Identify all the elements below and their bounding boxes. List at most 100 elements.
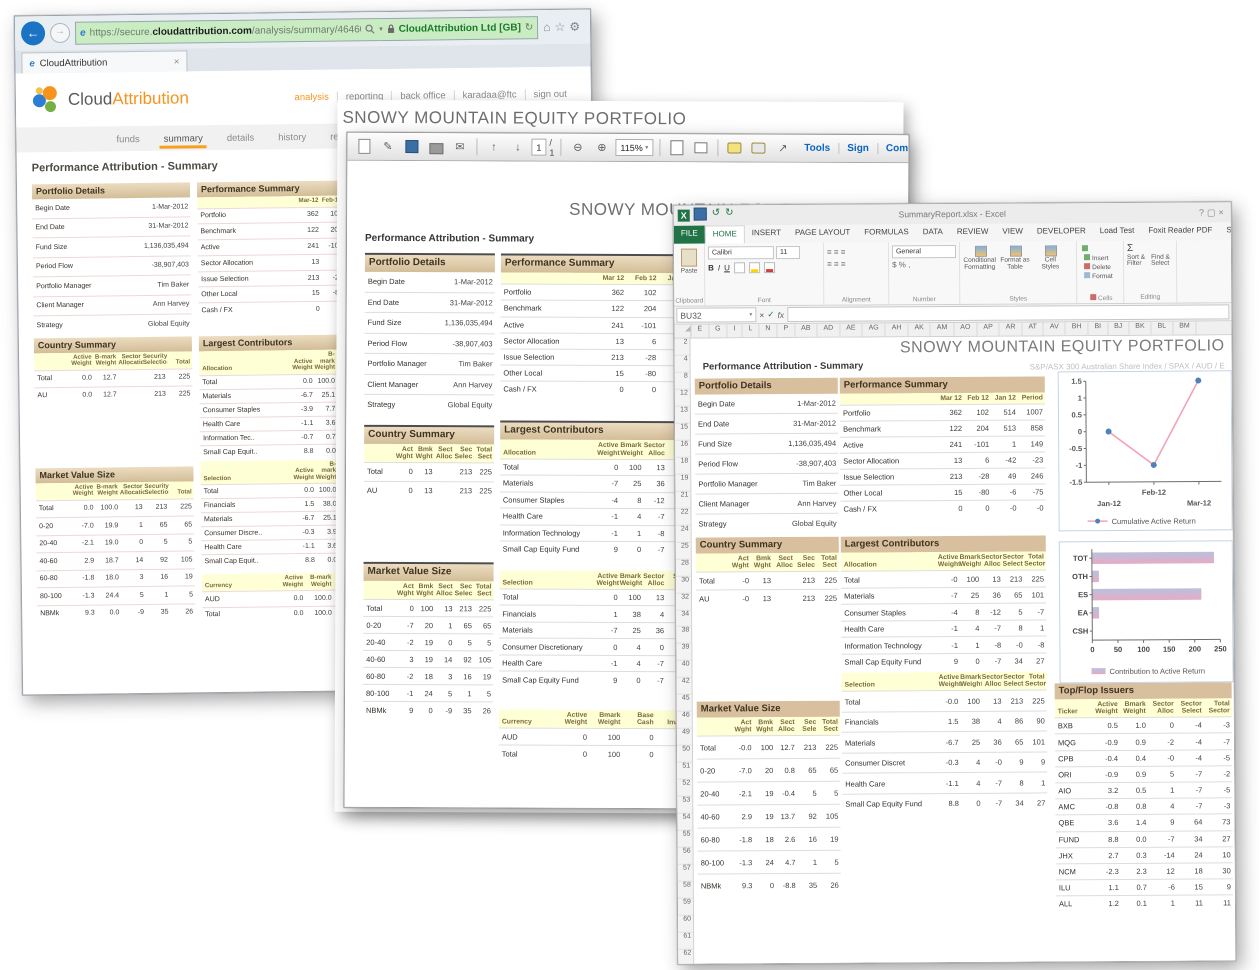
enter-icon[interactable]: ✓ xyxy=(767,309,774,320)
align-top-icons[interactable]: ≡ ≡ ≡ xyxy=(827,247,885,257)
row-header[interactable]: 39 xyxy=(676,644,691,661)
number-format-select[interactable]: General xyxy=(892,245,956,258)
column-header[interactable]: AP xyxy=(977,323,999,336)
ribbon-tab[interactable]: DATA xyxy=(916,224,950,242)
editing-button[interactable]: Sort & Filter xyxy=(1127,254,1145,268)
row-header[interactable]: 50 xyxy=(677,746,692,763)
contribution-to-active-return-chart[interactable]: TOTOTHESEACSH050100150200250Contribution… xyxy=(1059,540,1234,683)
row-header[interactable]: 61 xyxy=(678,933,693,950)
column-header[interactable]: AE xyxy=(840,324,862,337)
cells-button[interactable]: Format xyxy=(1082,271,1120,280)
row-header[interactable]: 52 xyxy=(677,780,692,797)
italic-button[interactable]: I xyxy=(718,263,720,272)
style-button[interactable]: Format as Table xyxy=(998,245,1031,271)
row-header[interactable]: 40 xyxy=(676,661,691,678)
ribbon-tab[interactable]: DEVELOPER xyxy=(1030,223,1093,241)
scrolling-view-button[interactable] xyxy=(690,137,711,158)
column-header[interactable]: BM xyxy=(1173,322,1197,335)
column-header[interactable]: AD xyxy=(817,324,840,337)
save-button[interactable] xyxy=(694,208,707,224)
ribbon-tab[interactable]: FILE xyxy=(674,226,705,244)
column-header[interactable]: AK xyxy=(908,323,930,336)
paste-button[interactable]: Paste xyxy=(677,268,701,275)
back-button[interactable]: ← xyxy=(21,21,45,45)
top-nav-link[interactable]: karadaa@ftc xyxy=(454,89,525,101)
top-nav-link[interactable]: sign out xyxy=(525,88,575,100)
undo-button[interactable]: ↺ xyxy=(712,207,720,223)
single-page-view-button[interactable] xyxy=(666,137,687,158)
row-header[interactable]: 32 xyxy=(676,593,691,610)
row-header[interactable]: 12 xyxy=(675,390,690,407)
row-header[interactable]: 58 xyxy=(678,882,693,899)
ribbon-tab[interactable]: HOME xyxy=(705,225,745,243)
previous-page-button[interactable]: ↑ xyxy=(483,136,504,157)
column-header[interactable]: G xyxy=(709,324,728,337)
refresh-icon[interactable]: ↻ xyxy=(525,22,534,33)
row-header[interactable]: 16 xyxy=(675,440,690,457)
column-header[interactable]: AG xyxy=(863,323,886,336)
formula-input[interactable] xyxy=(787,304,1229,322)
font-color-button[interactable] xyxy=(764,262,775,273)
cells-button[interactable]: Delete xyxy=(1082,262,1120,271)
row-header[interactable]: 42 xyxy=(677,678,692,695)
ribbon-tab[interactable]: INSERT xyxy=(745,225,788,243)
print-button[interactable] xyxy=(425,136,446,157)
next-page-button[interactable]: ↓ xyxy=(507,136,528,157)
row-header[interactable]: 57 xyxy=(678,865,693,882)
ribbon-tab[interactable]: VIEW xyxy=(995,224,1030,242)
row-header[interactable]: 60 xyxy=(678,916,693,933)
font-size-select[interactable]: 11 xyxy=(776,246,800,259)
font-name-select[interactable]: Calibri xyxy=(708,246,774,259)
insert-function-icon[interactable]: fx xyxy=(777,310,784,320)
paste-icon[interactable] xyxy=(681,249,697,267)
search-icon[interactable] xyxy=(365,24,375,34)
maximize-icon[interactable]: ▢ xyxy=(1207,207,1219,217)
row-header[interactable]: 30 xyxy=(676,576,691,593)
style-button[interactable]: Conditional Formatting xyxy=(963,245,996,271)
row-header[interactable]: 49 xyxy=(677,729,692,746)
sub-nav-tab[interactable]: summary xyxy=(152,128,215,149)
panel-link[interactable]: Comment xyxy=(877,143,910,154)
column-header[interactable]: AV xyxy=(1044,322,1066,335)
column-header[interactable]: BL xyxy=(1152,322,1174,335)
row-header[interactable]: 8 xyxy=(675,373,690,390)
align-bottom-icons[interactable]: ≡ ≡ ≡ xyxy=(827,259,885,269)
panel-link[interactable]: Tools xyxy=(796,143,838,154)
zoom-out-button[interactable]: ⊖ xyxy=(567,137,588,158)
column-header[interactable]: BH xyxy=(1066,322,1089,335)
number-buttons[interactable]: $ % , xyxy=(892,260,956,270)
row-header[interactable]: 15 xyxy=(675,423,690,440)
column-header[interactable]: I xyxy=(728,324,743,337)
column-header[interactable]: AT xyxy=(1022,322,1044,335)
ribbon-tab[interactable]: FORMULAS xyxy=(857,224,916,242)
save-button[interactable] xyxy=(401,136,422,157)
panel-link[interactable]: Sign xyxy=(838,143,877,154)
top-nav-link[interactable]: analysis xyxy=(286,91,336,103)
borders-button[interactable] xyxy=(734,262,745,273)
zoom-level-select[interactable]: 115% ▾ xyxy=(615,139,653,156)
row-header[interactable]: 21 xyxy=(675,491,690,508)
row-header[interactable]: 62 xyxy=(678,949,693,964)
ribbon-tab[interactable]: REVIEW xyxy=(950,224,996,242)
row-header[interactable]: 24 xyxy=(676,525,691,542)
worksheet[interactable]: 2481213151618192122242528303234383940424… xyxy=(675,335,1236,964)
column-header[interactable]: AR xyxy=(1000,323,1023,336)
row-header[interactable]: 38 xyxy=(676,627,691,644)
name-box[interactable]: BU32▾ xyxy=(676,307,756,322)
sub-nav-tab[interactable]: history xyxy=(266,126,318,147)
certificate-name[interactable]: CloudAttribution Ltd [GB] xyxy=(399,22,521,34)
cumulative-active-return-chart[interactable]: 1.510.50-0.5-1-1.5Jan-12Feb-12Mar-12Cumu… xyxy=(1058,370,1233,531)
column-header[interactable]: E xyxy=(691,324,709,337)
row-header[interactable]: 51 xyxy=(677,763,692,780)
close-icon[interactable]: × xyxy=(1218,207,1226,217)
row-header[interactable]: 28 xyxy=(676,559,691,576)
favorites-icon[interactable]: ☆ xyxy=(554,20,569,34)
home-icon[interactable]: ⌂ xyxy=(543,20,554,34)
row-header[interactable]: 4 xyxy=(675,356,690,373)
column-header[interactable]: N xyxy=(759,324,777,337)
row-header[interactable]: 25 xyxy=(676,542,691,559)
cancel-icon[interactable]: × xyxy=(759,310,764,320)
open-file-button[interactable] xyxy=(353,136,374,157)
ribbon-tab[interactable]: PAGE LAYOUT xyxy=(788,225,857,243)
browser-tab[interactable]: e CloudAttribution × xyxy=(21,50,187,73)
